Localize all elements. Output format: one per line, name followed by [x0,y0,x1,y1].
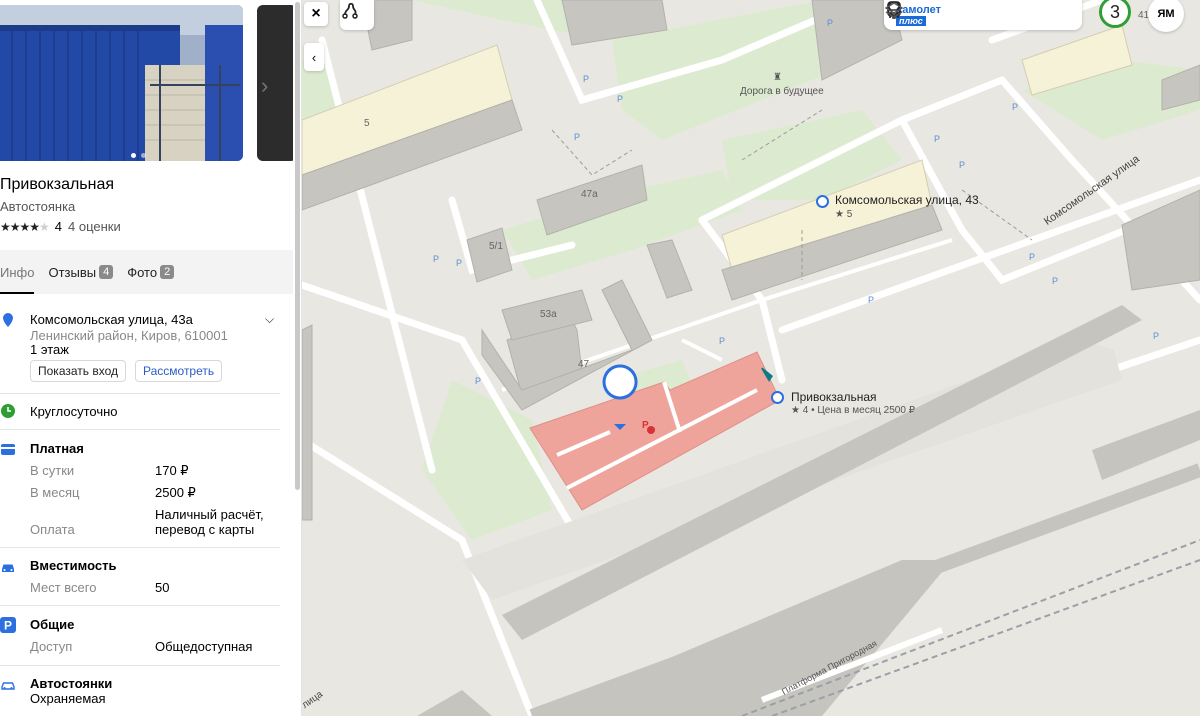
poi-parking-marker[interactable] [771,391,784,404]
parking-marker[interactable]: P [934,134,940,144]
tab-photos-label: Фото [127,264,158,280]
building-number: 5 [364,118,370,129]
tab-reviews-badge: 4 [99,265,114,279]
divider [0,393,280,394]
parking-marker[interactable]: P [959,160,965,170]
view-button[interactable]: Рассмотреть [135,360,223,382]
capacity-label: Мест всего [30,580,97,595]
next-photo-preview[interactable]: › [257,5,293,161]
parking-marker[interactable]: P [456,258,462,268]
map-view[interactable]: P 5 47а 5/1 53а 47 41 P P P P P P P P P … [302,0,1200,716]
poi-house-marker[interactable] [816,195,829,208]
poi-house-rating: ★ 5 [835,209,853,220]
tree-icon[interactable] [887,0,989,30]
opening-hours[interactable]: Круглосуточно [30,404,118,419]
address-floor: 1 этаж [30,342,69,357]
place-category[interactable]: Автостоянка [0,199,75,214]
divider [0,665,280,666]
chevron-right-icon[interactable]: › [261,73,268,99]
building-number: 47 [578,359,590,370]
parking-section-title: Автостоянки [30,676,113,691]
poi-parking-label[interactable]: Привокзальная [791,390,877,404]
photo-dot-active[interactable] [131,153,136,158]
address-street: Комсомольская улица, 43а [30,312,193,327]
parking-marker[interactable]: P [583,74,589,84]
monument-icon[interactable]: ♜ [773,72,782,83]
parking-marker[interactable]: P [1153,331,1159,341]
parking-marker[interactable]: P [868,295,874,305]
building-number: 47а [581,189,598,200]
tab-photos-badge: 2 [160,265,175,279]
location-pin-icon [3,313,13,327]
place-rating[interactable]: ★★★★★ 4 4 оценки [0,219,121,234]
access-label: Доступ [30,639,73,654]
parking-marker[interactable]: P [617,94,623,104]
rating-count: 4 оценки [68,219,121,234]
payment-title: Платная [30,441,84,456]
route-icon [342,2,358,19]
tab-reviews-label: Отзывы [48,264,97,280]
parking-marker[interactable]: P [433,254,439,264]
payment-method-value-1: Наличный расчёт, [155,507,264,522]
panel-scrollbar[interactable] [293,0,302,716]
bus-icon[interactable] [887,0,1025,30]
capacity-value: 50 [155,580,170,595]
route-button[interactable] [340,0,374,30]
parking-marker[interactable]: P [719,336,725,346]
photo-pagination [131,153,146,158]
map-toolbar: самолет плюс [884,0,1082,30]
car-icon [2,564,14,572]
parking-marker[interactable]: P [1012,102,1018,112]
general-title: Общие [30,617,75,632]
parking-marker[interactable]: P [1029,252,1035,262]
place-photo[interactable] [0,5,243,161]
per-month-value: 2500 ₽ [155,485,196,500]
wallet-icon [1,444,15,455]
address-district: Ленинский район, Киров, 610001 [30,328,228,343]
place-card-panel: › Привокзальная Автостоянка ★★★★★ 4 4 оц… [0,0,293,716]
parking-marker[interactable]: P [574,132,580,142]
capacity-title: Вместимость [30,558,117,573]
layers-icon[interactable] [884,0,1061,30]
parking-icon: P [0,617,16,633]
chevron-down-icon[interactable]: ⌵ [265,312,274,327]
svg-text:P: P [4,619,12,633]
per-day-value: 170 ₽ [155,463,189,478]
divider [0,605,280,606]
poi-house-label[interactable]: Комсомольская улица, 43 [835,193,979,207]
payment-method-value-2: перевод с карты [155,522,255,537]
chevron-left-icon[interactable]: ‹ [304,43,324,71]
tab-info[interactable]: Инфо [0,250,35,294]
access-value: Общедоступная [155,639,253,654]
place-title: Привокзальная [0,176,115,193]
poi-parking-details: ★ 4 • Цена в месяц 2500 ₽ [791,405,916,416]
close-icon[interactable]: × [304,2,328,26]
payment-method-label: Оплата [30,522,75,537]
divider [0,429,280,430]
rating-value: 4 [54,219,63,234]
photo-dot[interactable] [141,153,146,158]
clock-icon [1,404,15,418]
parking-marker[interactable]: P [475,376,481,386]
building-number: 5/1 [489,241,503,252]
place-tabs: Инфо Отзывы 4 Фото 2 [0,250,293,294]
parking-type-value: Охраняемая [30,691,106,706]
parking-marker[interactable]: P [827,18,833,28]
map-canvas[interactable]: P [302,0,1200,716]
divider [0,547,280,548]
car-parking-icon [1,682,15,690]
tab-photos[interactable]: Фото 2 [127,250,175,294]
per-day-label: В сутки [30,463,75,478]
per-month-label: В месяц [30,485,80,500]
parking-marker[interactable]: P [1052,276,1058,286]
scrollbar-thumb[interactable] [295,2,300,490]
tab-info-label: Инфо [0,264,35,280]
place-photo-image [0,5,243,161]
building-number: 53а [540,309,557,320]
landmark-label[interactable]: Дорога в будущее [740,86,824,97]
rating-stars-icon: ★★★★★ [0,219,50,234]
tab-reviews[interactable]: Отзывы 4 [48,250,114,294]
show-entrance-button[interactable]: Показать вход [30,360,126,382]
